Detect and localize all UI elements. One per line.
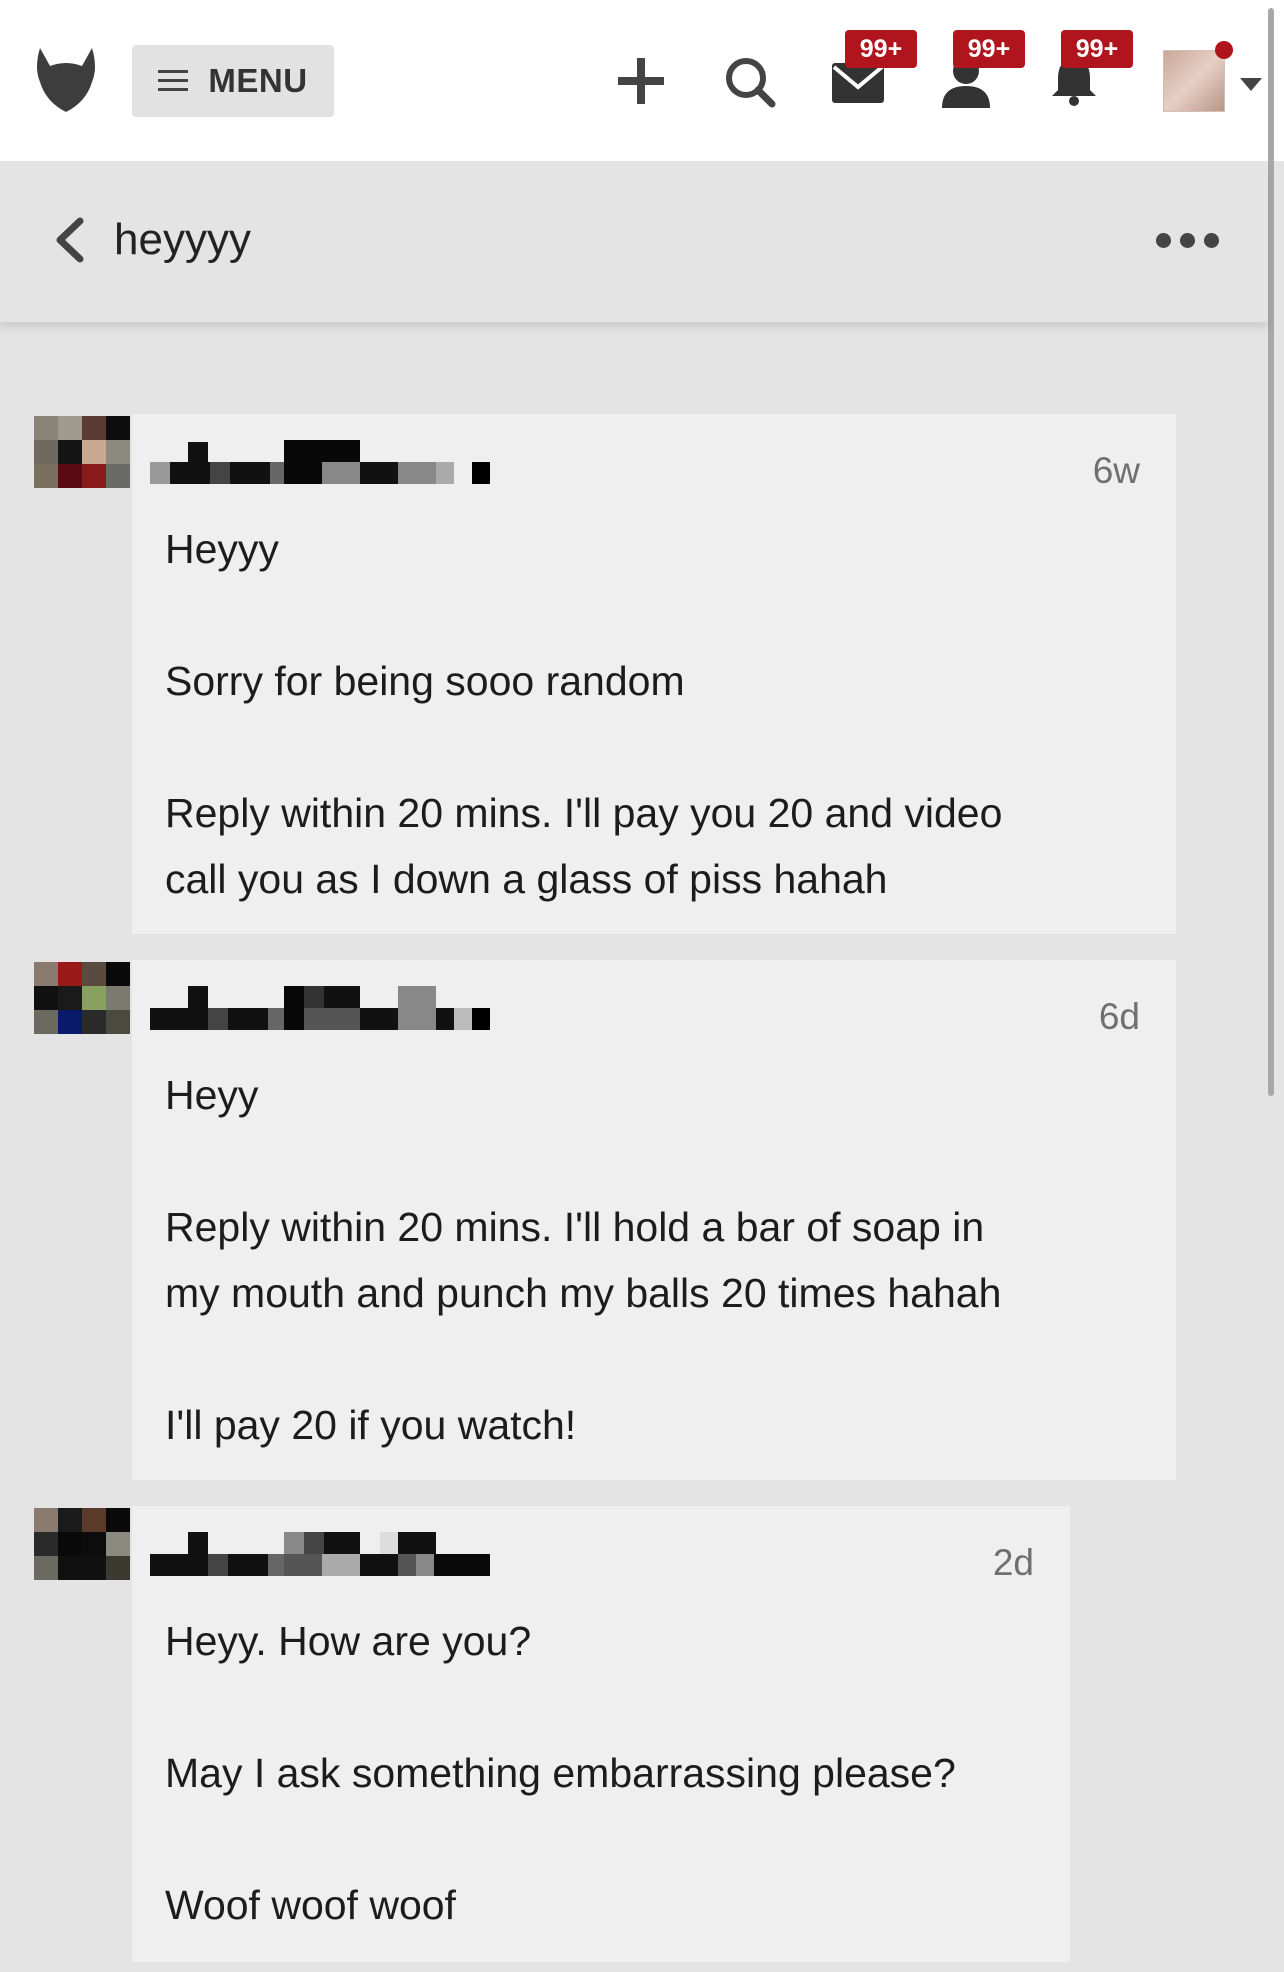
search-icon[interactable]: [724, 56, 776, 108]
message-time: 2d: [992, 1542, 1034, 1583]
scrollbar[interactable]: [1268, 8, 1274, 1096]
sender-avatar[interactable]: [34, 962, 130, 1034]
hamburger-icon: [158, 70, 189, 92]
message-text: I'll pay 20 if you watch!: [165, 1402, 577, 1448]
plus-icon[interactable]: [616, 56, 666, 106]
messages-count-badge: 99+: [845, 30, 917, 68]
message-text: Reply within 20 mins. I'll pay you 20 an…: [165, 790, 1003, 836]
message-card: 6d Heyy Reply within 20 mins. I'll hold …: [132, 960, 1176, 1480]
message-text: Woof woof woof: [165, 1882, 456, 1928]
sender-name-redacted: [150, 986, 490, 1030]
back-chevron-icon[interactable]: [52, 217, 86, 263]
sender-name-redacted: [150, 1532, 490, 1576]
message-text: May I ask something embarrassing please?: [165, 1750, 956, 1796]
message-body: Heyyy Sorry for being sooo random Reply …: [165, 516, 1136, 912]
message-time: 6d: [1098, 996, 1140, 1037]
message-card: 2d Heyy. How are you? May I ask somethin…: [132, 1506, 1070, 1962]
user-avatar[interactable]: [1163, 50, 1225, 112]
message-body: Heyy. How are you? May I ask something e…: [165, 1608, 1030, 1938]
sender-avatar[interactable]: [34, 416, 130, 488]
menu-button-label: MENU: [208, 62, 308, 99]
devil-logo-icon[interactable]: [36, 48, 96, 112]
sender-avatar[interactable]: [34, 1508, 130, 1580]
mail-icon[interactable]: [832, 63, 884, 103]
online-status-dot: [1215, 41, 1233, 59]
message-card: 6w Heyyy Sorry for being sooo random Rep…: [132, 414, 1176, 934]
conversation-header: heyyyy: [0, 161, 1268, 322]
friends-count-badge: 99+: [953, 30, 1025, 68]
message-text: Heyy. How are you?: [165, 1618, 532, 1664]
sender-name-redacted: [150, 440, 490, 484]
notifications-count-badge: 99+: [1061, 30, 1133, 68]
top-nav-bar: MENU 99+ 99+ 99+: [0, 0, 1284, 161]
more-options-icon[interactable]: [1156, 233, 1219, 248]
message-text: Reply within 20 mins. I'll hold a bar of…: [165, 1204, 985, 1250]
message-text: Heyy: [165, 1072, 259, 1118]
message-body: Heyy Reply within 20 mins. I'll hold a b…: [165, 1062, 1136, 1458]
message-text: my mouth and punch my balls 20 times hah…: [165, 1270, 1002, 1316]
caret-down-icon[interactable]: [1240, 78, 1262, 91]
message-text: call you as I down a glass of piss hahah: [165, 856, 888, 902]
message-text: Heyyy: [165, 526, 279, 572]
menu-button[interactable]: MENU: [132, 45, 334, 117]
conversation-title: heyyyy: [114, 215, 251, 264]
message-time: 6w: [1092, 450, 1140, 491]
message-text: Sorry for being sooo random: [165, 658, 685, 704]
